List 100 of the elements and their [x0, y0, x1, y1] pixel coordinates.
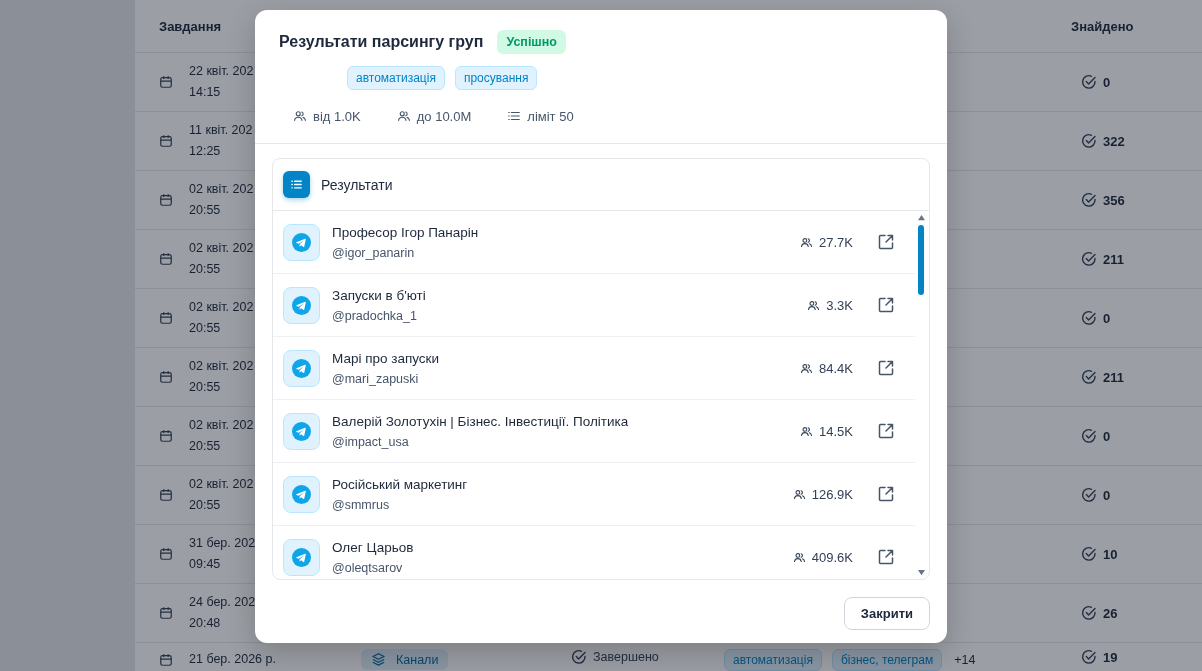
channel-handle: @oleqtsarov [332, 560, 404, 575]
external-link-icon[interactable] [877, 296, 895, 314]
external-link-icon[interactable] [877, 233, 895, 251]
check-circle-icon [1081, 74, 1097, 90]
more-count: +14 [954, 653, 976, 667]
calendar-icon [159, 370, 173, 384]
users-icon [792, 550, 806, 564]
column-header: Знайдено [1071, 18, 1134, 34]
check-circle-icon [1081, 649, 1097, 665]
channel-handle: @impact_usa [332, 434, 410, 449]
external-link-icon[interactable] [877, 422, 895, 440]
external-link-icon[interactable] [877, 485, 895, 503]
external-link-icon[interactable] [877, 548, 895, 566]
date-text: 02 квіт. 202 [189, 476, 254, 493]
channel-name: Олег Царьов [332, 539, 415, 555]
check-circle-icon [1081, 310, 1097, 326]
users-icon [800, 424, 813, 438]
member-count: 27.7K [819, 234, 853, 250]
calendar-icon [159, 75, 173, 89]
found-count: 0 [1103, 428, 1111, 444]
calendar-icon [159, 429, 173, 443]
check-circle-icon [1081, 192, 1097, 208]
result-item[interactable]: Олег Царьов @oleqtsarov 409.6K [273, 526, 915, 579]
users-icon [293, 109, 307, 123]
tag: автоматизація [724, 649, 822, 671]
calendar-icon [159, 652, 173, 667]
telegram-icon [283, 223, 320, 261]
external-link-icon[interactable] [877, 359, 895, 377]
filter-text: до 10.0M [416, 108, 472, 124]
layers-icon [371, 652, 386, 667]
member-count: 84.4K [819, 360, 853, 376]
list-icon [283, 171, 310, 198]
scroll-down-arrow-icon[interactable] [916, 569, 926, 576]
dialog-title: Результати парсингу груп [279, 33, 484, 51]
telegram-icon [283, 286, 320, 324]
time-text: 20:55 [189, 438, 222, 455]
date-text: 02 квіт. 202 [189, 358, 254, 375]
check-circle-icon [1081, 546, 1097, 562]
channel-handle: @pradochka_1 [332, 308, 418, 323]
time-text: 20:55 [189, 379, 222, 396]
result-item[interactable]: Професор Ігор Панарін @igor_panarin 27.7K [273, 211, 915, 274]
users-icon [792, 487, 806, 501]
tag: бізнес, телеграм [831, 649, 943, 671]
date-text: 02 квіт. 202 [189, 181, 254, 198]
status-badge: Успішно [497, 30, 566, 54]
tag: просування [454, 66, 538, 90]
check-circle-icon [1081, 251, 1097, 267]
result-item[interactable]: Валерій Золотухін | Бізнес. Інвестиції. Політика @impact_usa 14.5K [273, 400, 915, 463]
date-text: 11 квіт. 202 [189, 122, 253, 139]
date-text: 22 квіт. 202 [189, 63, 254, 80]
card-title: Результати [321, 176, 393, 193]
time-text: 14:15 [189, 84, 222, 101]
time-text: 20:48 [189, 615, 222, 632]
users-icon [800, 235, 813, 249]
channel-name: Запуски в б'юті [332, 287, 427, 303]
users-icon [807, 298, 821, 312]
calendar-icon [159, 488, 173, 502]
calendar-icon [159, 134, 173, 148]
found-count: 26 [1103, 605, 1118, 621]
found-count: 0 [1103, 487, 1111, 503]
date-text: 02 квіт. 202 [189, 240, 254, 257]
calendar-icon [159, 606, 173, 620]
check-circle-icon [1081, 605, 1097, 621]
channel-handle: @mari_zapuski [332, 371, 420, 386]
channel-name: Марі про запуски [332, 350, 441, 366]
result-item[interactable]: Марі про запуски @mari_zapuski 84.4K [273, 337, 915, 400]
result-item[interactable]: Російський маркетинг @smmrus 126.9K [273, 463, 915, 526]
channel-name: Валерій Золотухін | Бізнес. Інвестиції. Політика [332, 413, 630, 429]
time-text: 09:45 [189, 556, 222, 573]
calendar-icon [159, 193, 173, 207]
date-text: 21 бер. 2026 р. [189, 651, 276, 668]
member-count: 409.6K [811, 549, 853, 565]
time-text: 12:25 [189, 143, 222, 160]
found-count: 10 [1103, 546, 1118, 562]
found-count: 211 [1103, 251, 1124, 267]
check-circle-icon [571, 649, 587, 665]
found-count: 0 [1103, 310, 1111, 326]
telegram-icon [283, 538, 320, 576]
calendar-icon [159, 252, 173, 266]
users-icon [396, 109, 411, 123]
close-button[interactable]: Закрити [843, 597, 930, 630]
status-text: Завершено [593, 650, 659, 664]
time-text: 20:55 [189, 202, 222, 219]
time-text: 20:55 [189, 261, 222, 278]
telegram-icon [283, 412, 320, 450]
channel-name: Професор Ігор Панарін [332, 224, 480, 240]
tag: автоматизація [347, 66, 445, 90]
check-circle-icon [1081, 487, 1097, 503]
member-count: 126.9K [811, 486, 853, 502]
member-count: 14.5K [819, 423, 853, 439]
telegram-icon [283, 475, 320, 513]
time-text: 20:55 [189, 497, 222, 514]
list-icon [507, 109, 522, 123]
check-circle-icon [1081, 133, 1097, 149]
scroll-up-arrow-icon[interactable] [916, 214, 926, 221]
found-count: 356 [1103, 192, 1125, 208]
channel-name: Російський маркетинг [332, 476, 469, 492]
telegram-icon [283, 349, 320, 387]
date-text: 24 бер. 202 [189, 594, 256, 611]
result-item[interactable]: Запуски в б'юті @pradochka_1 3.3K [273, 274, 915, 337]
